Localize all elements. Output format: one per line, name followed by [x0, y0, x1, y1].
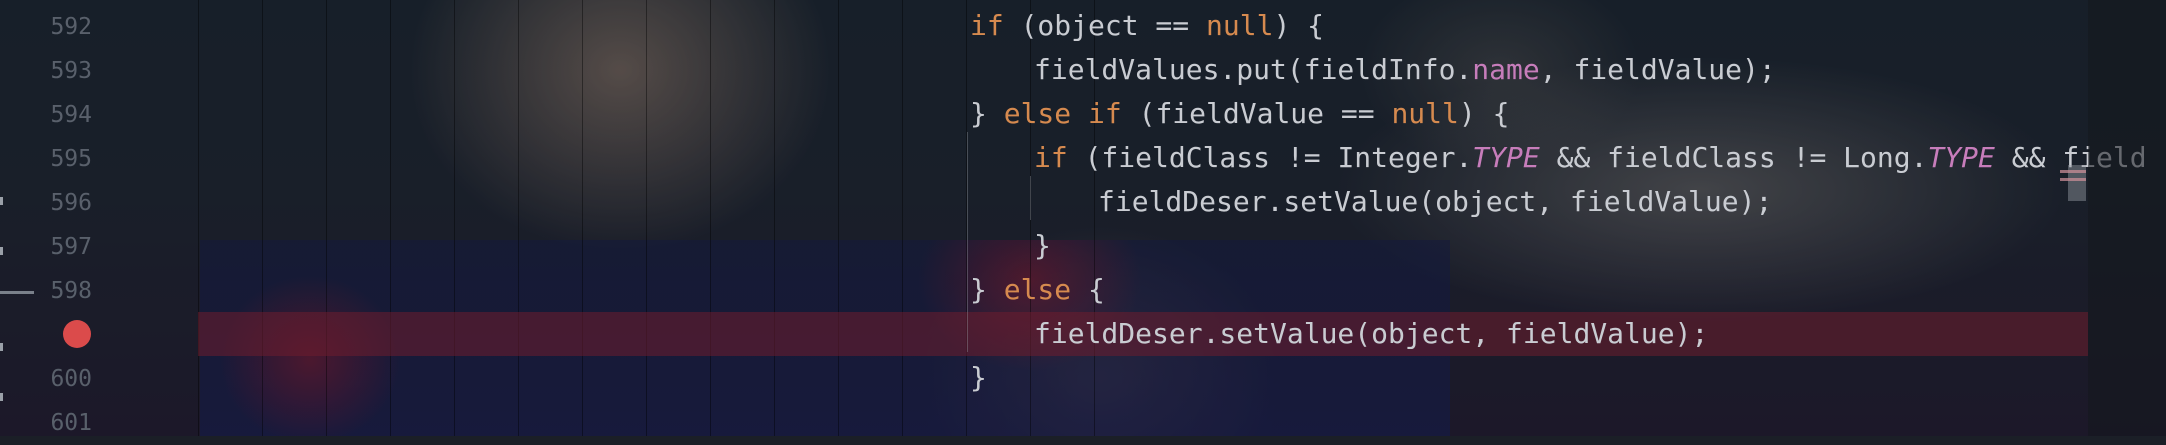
- code-line[interactable]: }: [198, 356, 2166, 400]
- code-line[interactable]: }: [198, 224, 2166, 268]
- line-number: 595: [50, 146, 92, 172]
- gutter-fold-marker[interactable]: [0, 343, 3, 351]
- execution-marker: [0, 291, 34, 294]
- code-line[interactable]: if (fieldClass != Integer.TYPE && fieldC…: [198, 136, 2166, 180]
- gutter-fold-marker[interactable]: [0, 393, 3, 401]
- code-line[interactable]: } else {: [198, 268, 2166, 312]
- code-editor[interactable]: if (object == null) { fieldValues.put(fi…: [198, 0, 2147, 436]
- line-number: 594: [50, 102, 92, 128]
- line-number: 597: [50, 234, 92, 260]
- code-line[interactable]: if (object == null) {: [198, 4, 2166, 48]
- code-line[interactable]: [198, 400, 2166, 444]
- vertical-scrollbar[interactable]: [2088, 0, 2166, 436]
- code-line[interactable]: fieldValues.put(fieldInfo.name, fieldVal…: [198, 48, 2166, 92]
- line-number: 596: [50, 190, 92, 216]
- line-number: 592: [50, 14, 92, 40]
- error-stripe-mark[interactable]: [2060, 178, 2086, 181]
- code-line[interactable]: fieldDeser.setValue(object, fieldValue);: [198, 180, 2166, 224]
- line-number: 600: [50, 366, 92, 392]
- gutter-fold-marker[interactable]: [0, 197, 3, 205]
- error-stripe-mark[interactable]: [2060, 170, 2086, 173]
- line-number-gutter[interactable]: 592 593 594 595 596 597 598 600 601: [0, 0, 198, 436]
- breakpoint-icon[interactable]: [63, 320, 91, 348]
- line-number: 593: [50, 58, 92, 84]
- line-number: 601: [50, 410, 92, 436]
- gutter-fold-marker[interactable]: [0, 247, 3, 255]
- code-line[interactable]: fieldDeser.setValue(object, fieldValue);: [198, 312, 2166, 356]
- code-line[interactable]: } else if (fieldValue == null) {: [198, 92, 2166, 136]
